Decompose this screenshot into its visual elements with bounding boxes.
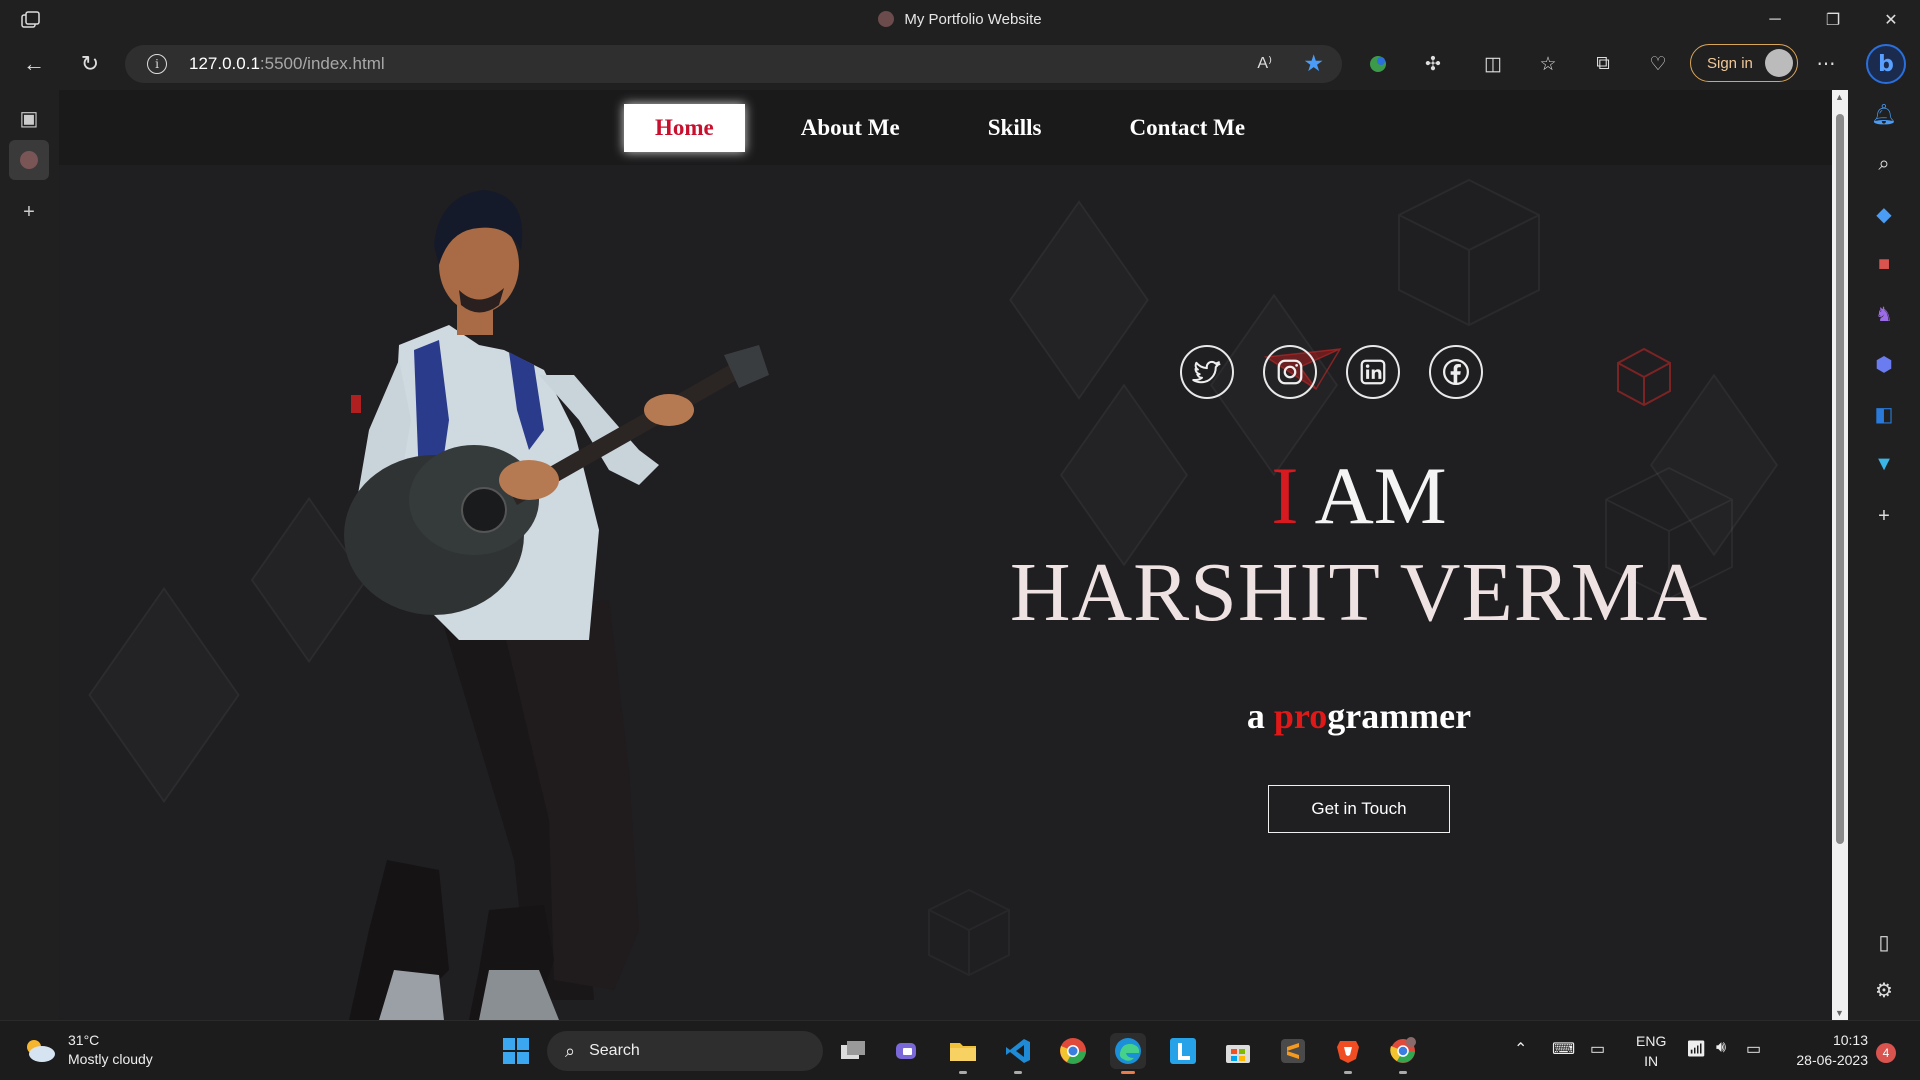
instagram-link[interactable]: [1262, 345, 1317, 399]
favicon-icon: [878, 11, 895, 27]
address-bar[interactable]: i 127.0.0.1:5500/index.html A⁾ ★: [125, 45, 1342, 83]
microsoft-365-icon[interactable]: ⬢: [1866, 346, 1902, 382]
taskbar-search[interactable]: ⌕ Search: [547, 1031, 823, 1071]
teams-chat-icon[interactable]: [890, 1033, 926, 1069]
keyboard-icon[interactable]: ⌨: [1552, 1039, 1575, 1059]
restore-button[interactable]: ❐: [1810, 6, 1856, 34]
browser-toolbar: ← ↻ i 127.0.0.1:5500/index.html A⁾ ★: [0, 40, 1920, 88]
avatar: [1765, 49, 1793, 77]
scrollbar-thumb[interactable]: [1836, 114, 1844, 844]
weather-widget[interactable]: 31°C Mostly cloudy: [22, 1031, 153, 1069]
facebook-icon: [1442, 359, 1469, 385]
nav-skills-link[interactable]: Skills: [956, 103, 1074, 153]
sublime-text-icon[interactable]: [1275, 1033, 1311, 1069]
refresh-button[interactable]: ↻: [72, 46, 108, 82]
brave-browser-icon[interactable]: [1330, 1033, 1366, 1074]
wifi-icon[interactable]: 📶︎: [1686, 1039, 1706, 1059]
nav-contact-link[interactable]: Contact Me: [1097, 103, 1277, 153]
site-info-icon[interactable]: i: [147, 54, 167, 74]
tablet-mode-icon[interactable]: ▭: [1590, 1039, 1605, 1059]
browser-essentials-icon[interactable]: ♡: [1640, 46, 1676, 82]
add-sidebar-app-icon[interactable]: +: [1866, 498, 1902, 534]
task-view-icon[interactable]: [835, 1033, 871, 1069]
more-menu-icon[interactable]: ⋯: [1808, 46, 1844, 82]
favorites-icon[interactable]: ☆: [1530, 46, 1566, 82]
scroll-down-icon[interactable]: ▼: [1835, 1008, 1844, 1018]
edge-icon[interactable]: [1110, 1033, 1146, 1074]
favorite-star-icon[interactable]: ★: [1303, 50, 1324, 77]
notifications-bell-icon[interactable]: 🔔︎: [1866, 96, 1902, 132]
twitter-icon: [1191, 360, 1220, 384]
site-navbar: Home About Me Skills Contact Me: [59, 90, 1832, 165]
windows-logo-icon: [503, 1038, 529, 1064]
cloud-sun-icon: [27, 1040, 55, 1062]
sign-in-button[interactable]: Sign in: [1690, 44, 1798, 82]
minimize-button[interactable]: ─: [1752, 6, 1798, 34]
bing-copilot-icon[interactable]: b: [1866, 44, 1906, 84]
weather-desc: Mostly cloudy: [68, 1051, 153, 1067]
facebook-link[interactable]: [1428, 345, 1483, 399]
url-text[interactable]: 127.0.0.1:5500/index.html: [189, 54, 385, 74]
weather-temp: 31°C: [68, 1032, 100, 1048]
nav-home-link[interactable]: Home: [623, 103, 745, 152]
page-viewport: Home About Me Skills Contact Me I AM HAR…: [59, 90, 1832, 1020]
back-button[interactable]: ←: [16, 46, 52, 82]
drop-icon[interactable]: ▼: [1866, 446, 1902, 482]
linkedin-link[interactable]: [1345, 345, 1400, 399]
tab-actions-icon[interactable]: ▣: [9, 98, 49, 138]
page-scrollbar[interactable]: ▲ ▼: [1832, 90, 1848, 1020]
hero-greeting: I AM: [1271, 450, 1447, 541]
search-icon[interactable]: ⌕: [1866, 146, 1902, 182]
vscode-icon[interactable]: [1000, 1033, 1036, 1074]
windows-taskbar: 31°C Mostly cloudy ⌕ Search ⌃ ⌨ ▭ ENG IN 📶︎…: [0, 1020, 1920, 1080]
bg-cube-outline: [1398, 178, 1540, 327]
hero-tagline: a programmer: [1246, 696, 1472, 736]
close-button[interactable]: ✕: [1868, 6, 1914, 34]
twitter-link[interactable]: [1179, 345, 1234, 399]
social-links: [943, 345, 1719, 399]
profile-photo: [344, 190, 769, 1020]
read-aloud-icon[interactable]: A⁾: [1257, 53, 1272, 73]
split-screen-icon[interactable]: ◫: [1475, 46, 1511, 82]
file-explorer-icon[interactable]: [945, 1033, 981, 1074]
nav-about-link[interactable]: About Me: [769, 103, 932, 153]
hide-sidebar-icon[interactable]: ▯: [1866, 924, 1902, 960]
search-icon: ⌕: [565, 1040, 576, 1061]
collections-icon[interactable]: ⧉: [1585, 46, 1621, 82]
volume-icon[interactable]: 🔊︎: [1716, 1039, 1726, 1057]
chrome-icon[interactable]: [1055, 1033, 1091, 1069]
extensions-puzzle-icon[interactable]: ✣: [1415, 46, 1451, 82]
outlook-icon[interactable]: ◧: [1866, 396, 1902, 432]
browser-title-bar: My Portfolio Website ─ ❐ ✕: [0, 0, 1920, 40]
get-in-touch-button[interactable]: Get in Touch: [1268, 785, 1450, 833]
libreoffice-l-icon[interactable]: [1165, 1033, 1201, 1069]
edge-sidebar: 🔔︎ ⌕ ◆ ■ ♞ ⬢ ◧ ▼ + ▯ ⚙: [1848, 88, 1920, 1020]
linkedin-icon: [1360, 359, 1385, 385]
games-icon[interactable]: ♞: [1866, 296, 1902, 332]
vertical-tabs-sidebar: ▣ +: [0, 88, 58, 1020]
scroll-up-icon[interactable]: ▲: [1835, 92, 1844, 102]
chrome-profile-icon[interactable]: [1385, 1033, 1421, 1074]
notification-badge[interactable]: 4: [1876, 1043, 1896, 1063]
hero-section: I AM HARSHIT VERMA a programmer Get in T…: [999, 345, 1719, 833]
hero-name: HARSHIT VERMA: [1009, 546, 1709, 639]
show-hidden-icons-chevron-icon[interactable]: ⌃: [1514, 1039, 1527, 1059]
tab-portfolio[interactable]: [9, 140, 49, 180]
battery-icon[interactable]: ▭: [1746, 1039, 1761, 1059]
start-button[interactable]: [498, 1033, 534, 1069]
instagram-icon: [1277, 359, 1302, 385]
new-tab-icon[interactable]: +: [9, 192, 49, 232]
tools-briefcase-icon[interactable]: ■: [1866, 246, 1902, 282]
bg-diamond: [88, 586, 240, 804]
shopping-tag-icon[interactable]: ◆: [1866, 196, 1902, 232]
language-indicator[interactable]: ENG IN: [1636, 1031, 1666, 1071]
sidebar-settings-icon[interactable]: ⚙: [1866, 972, 1902, 1008]
extension-icon[interactable]: [1360, 46, 1396, 82]
microsoft-store-icon[interactable]: [1220, 1033, 1256, 1069]
system-clock[interactable]: 10:13 28-06-2023: [1772, 1030, 1868, 1070]
window-title: My Portfolio Website: [0, 11, 1920, 28]
